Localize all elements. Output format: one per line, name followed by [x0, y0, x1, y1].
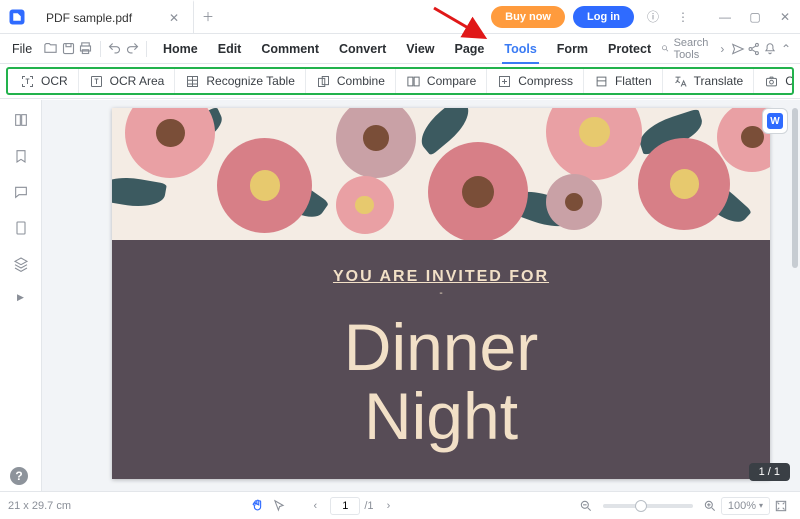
window-maximize-icon[interactable]: ▢ — [740, 0, 770, 33]
table-icon — [185, 74, 200, 89]
tool-label: Combine — [337, 74, 385, 88]
share-icon[interactable] — [746, 37, 762, 61]
collapse-ribbon-icon[interactable]: ⌃ — [778, 37, 794, 61]
thumbnails-icon[interactable] — [11, 110, 31, 130]
tool-label: Compare — [427, 74, 476, 88]
search-tools[interactable]: Search Tools — [661, 37, 714, 61]
invite-title-line1: Dinner — [112, 313, 770, 382]
tool-label: Compress — [518, 74, 573, 88]
tool-compare[interactable]: Compare — [395, 69, 486, 93]
zoom-value[interactable]: 100%▾ — [721, 497, 770, 515]
page-dimensions: 21 x 29.7 cm — [8, 500, 71, 512]
buy-now-button[interactable]: Buy now — [491, 6, 565, 28]
menu-form[interactable]: Form — [547, 34, 598, 64]
search-icon — [661, 42, 669, 55]
menu-tools[interactable]: Tools — [494, 34, 546, 64]
sidebar-expand-icon[interactable]: ▶ — [17, 292, 24, 303]
kebab-menu-icon[interactable]: ⋮ — [668, 0, 698, 33]
tool-label: Capture — [785, 74, 794, 88]
document-tab-label: PDF sample.pdf — [46, 11, 132, 25]
floral-banner — [112, 108, 770, 240]
tool-compress[interactable]: Compress — [486, 69, 583, 93]
close-tab-icon[interactable]: ✕ — [169, 11, 179, 25]
invite-title-line2: Night — [112, 382, 770, 451]
invite-heading: YOU ARE INVITED FOR — [112, 268, 770, 286]
tool-label: OCR Area — [110, 74, 165, 88]
page-indicator: 1 / 1 — [749, 463, 790, 481]
tool-flatten[interactable]: Flatten — [583, 69, 662, 93]
tools-ribbon: OCR OCR Area Recognize Table Combine Com… — [6, 67, 794, 95]
tool-label: Flatten — [615, 74, 652, 88]
tool-ocr[interactable]: OCR — [10, 69, 78, 93]
export-word-button[interactable]: W — [762, 108, 788, 134]
zoom-slider[interactable] — [603, 504, 693, 508]
bell-icon[interactable] — [762, 37, 778, 61]
menu-edit[interactable]: Edit — [208, 34, 252, 64]
tool-capture[interactable]: Capture ▾ — [753, 69, 794, 93]
layers-icon[interactable] — [11, 254, 31, 274]
tool-recognize-table[interactable]: Recognize Table — [174, 69, 305, 93]
info-icon[interactable]: ⓘ — [638, 0, 668, 33]
zoom-label: 100% — [728, 500, 756, 512]
attachments-icon[interactable] — [11, 218, 31, 238]
flatten-icon — [594, 74, 609, 89]
capture-icon — [764, 74, 779, 89]
send-icon[interactable] — [730, 37, 746, 61]
tool-translate[interactable]: Translate — [662, 69, 754, 93]
zoom-in-icon[interactable] — [699, 495, 721, 517]
bookmarks-icon[interactable] — [11, 146, 31, 166]
page-input[interactable] — [330, 497, 360, 515]
select-tool-icon[interactable] — [268, 495, 290, 517]
document-page: YOU ARE INVITED FOR - Dinner Night — [112, 108, 770, 479]
prev-page-icon[interactable]: ‹ — [304, 495, 326, 517]
ocr-area-icon — [89, 74, 104, 89]
translate-icon — [673, 74, 688, 89]
help-button[interactable]: ? — [10, 467, 28, 485]
open-icon[interactable] — [42, 37, 58, 61]
window-close-icon[interactable]: ✕ — [770, 0, 800, 33]
buy-now-label: Buy now — [505, 11, 551, 23]
left-sidebar: ▶ — [0, 100, 42, 491]
login-label: Log in — [587, 11, 620, 23]
menu-protect[interactable]: Protect — [598, 34, 661, 64]
redo-icon[interactable] — [124, 37, 140, 61]
page-total: /1 — [364, 500, 373, 512]
tool-combine[interactable]: Combine — [305, 69, 395, 93]
file-menu[interactable]: File — [6, 34, 42, 64]
search-placeholder: Search Tools — [674, 37, 715, 61]
hand-tool-icon[interactable] — [246, 495, 268, 517]
tool-ocr-area[interactable]: OCR Area — [78, 69, 175, 93]
window-minimize-icon[interactable]: — — [710, 0, 740, 33]
new-tab-button[interactable]: ＋ — [194, 0, 222, 33]
menu-view[interactable]: View — [396, 34, 444, 64]
vertical-scrollbar[interactable] — [792, 108, 798, 431]
zoom-out-icon[interactable] — [575, 495, 597, 517]
tool-label: Translate — [694, 74, 744, 88]
menu-page[interactable]: Page — [445, 34, 495, 64]
comments-icon[interactable] — [11, 182, 31, 202]
word-icon: W — [767, 113, 783, 129]
combine-icon — [316, 74, 331, 89]
save-icon[interactable] — [60, 37, 76, 61]
login-button[interactable]: Log in — [573, 6, 634, 28]
tool-label: OCR — [41, 74, 68, 88]
menu-comment[interactable]: Comment — [251, 34, 329, 64]
chevron-right-icon[interactable]: › — [714, 37, 730, 61]
compress-icon — [497, 74, 512, 89]
print-icon[interactable] — [78, 37, 94, 61]
next-page-icon[interactable]: › — [378, 495, 400, 517]
app-logo — [0, 0, 34, 33]
tool-label: Recognize Table — [206, 74, 295, 88]
menu-home[interactable]: Home — [153, 34, 208, 64]
ocr-icon — [20, 74, 35, 89]
chevron-down-icon: ▾ — [759, 501, 763, 510]
compare-icon — [406, 74, 421, 89]
fit-page-icon[interactable] — [770, 495, 792, 517]
menu-convert[interactable]: Convert — [329, 34, 396, 64]
undo-icon[interactable] — [107, 37, 123, 61]
document-tab[interactable]: PDF sample.pdf ✕ — [34, 0, 194, 33]
